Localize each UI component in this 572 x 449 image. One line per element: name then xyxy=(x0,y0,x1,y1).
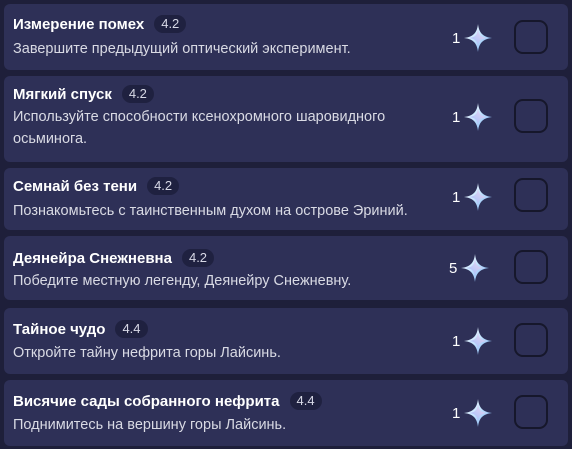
achievement-title: Измерение помех xyxy=(13,15,145,33)
reward-count: 1 xyxy=(452,404,461,422)
primogem-icon xyxy=(464,183,493,211)
primogem-icon xyxy=(464,24,493,52)
achievement-item: Измерение помех 4.2 Завершите предыдущий… xyxy=(4,4,568,70)
achievement-title: Семнай без тени xyxy=(13,177,138,195)
reward-count: 1 xyxy=(452,29,461,47)
achievement-title: Мягкий спуск xyxy=(13,85,112,103)
achievement-item: Мягкий спуск 4.2 Используйте способности… xyxy=(4,76,568,162)
reward-count: 5 xyxy=(449,259,458,277)
achievement-description: Поднимитесь на вершину горы Лайсинь. xyxy=(13,417,287,433)
achievement-description: Победите местную легенду, Деянейру Снежн… xyxy=(13,273,352,289)
completion-checkbox[interactable] xyxy=(514,20,548,54)
reward-count: 1 xyxy=(452,332,461,350)
version-badge: 4.2 xyxy=(121,85,154,103)
achievement-title: Тайное чудо xyxy=(13,320,106,338)
achievement-title: Деянейра Снежневна xyxy=(13,249,172,267)
achievement-header: Семнай без тени 4.2 xyxy=(13,175,180,197)
achievement-description: Используйте способности ксенохромного ша… xyxy=(13,109,386,147)
completion-checkbox[interactable] xyxy=(514,99,548,133)
achievement-description: Познакомьтесь с таинственным духом на ос… xyxy=(13,203,408,219)
completion-checkbox[interactable] xyxy=(514,323,548,357)
achievement-header: Измерение помех 4.2 xyxy=(13,13,187,35)
reward: 1 xyxy=(452,182,493,212)
reward: 5 xyxy=(449,253,490,283)
reward-count: 1 xyxy=(452,188,461,206)
completion-checkbox[interactable] xyxy=(514,250,548,284)
primogem-icon xyxy=(464,103,493,131)
achievement-item: Тайное чудо 4.4 Откройте тайну нефрита г… xyxy=(4,308,568,374)
reward: 1 xyxy=(452,398,493,428)
achievement-header: Висячие сады собранного нефрита 4.4 xyxy=(13,390,322,412)
achievement-description: Завершите предыдущий оптический эксперим… xyxy=(13,41,351,57)
version-badge: 4.4 xyxy=(289,392,322,410)
achievement-header: Деянейра Снежневна 4.2 xyxy=(13,247,215,269)
reward: 1 xyxy=(452,102,493,132)
achievement-description: Откройте тайну нефрита горы Лайсинь. xyxy=(13,345,281,361)
achievement-header: Мягкий спуск 4.2 xyxy=(13,83,154,105)
completion-checkbox[interactable] xyxy=(514,395,548,429)
version-badge: 4.2 xyxy=(181,249,215,267)
achievement-item: Деянейра Снежневна 4.2 Победите местную … xyxy=(4,236,568,300)
achievement-title: Висячие сады собранного нефрита xyxy=(13,392,280,410)
reward: 1 xyxy=(452,326,493,356)
primogem-icon xyxy=(464,327,493,355)
completion-checkbox[interactable] xyxy=(514,178,548,212)
achievement-item: Семнай без тени 4.2 Познакомьтесь с таин… xyxy=(4,168,568,230)
reward-count: 1 xyxy=(452,108,461,126)
achievement-item: Висячие сады собранного нефрита 4.4 Подн… xyxy=(4,380,568,446)
achievement-header: Тайное чудо 4.4 xyxy=(13,318,148,340)
version-badge: 4.2 xyxy=(147,177,180,195)
version-badge: 4.2 xyxy=(154,15,187,33)
reward: 1 xyxy=(452,23,493,53)
primogem-icon xyxy=(464,399,493,427)
primogem-icon xyxy=(461,254,490,282)
version-badge: 4.4 xyxy=(115,320,148,338)
